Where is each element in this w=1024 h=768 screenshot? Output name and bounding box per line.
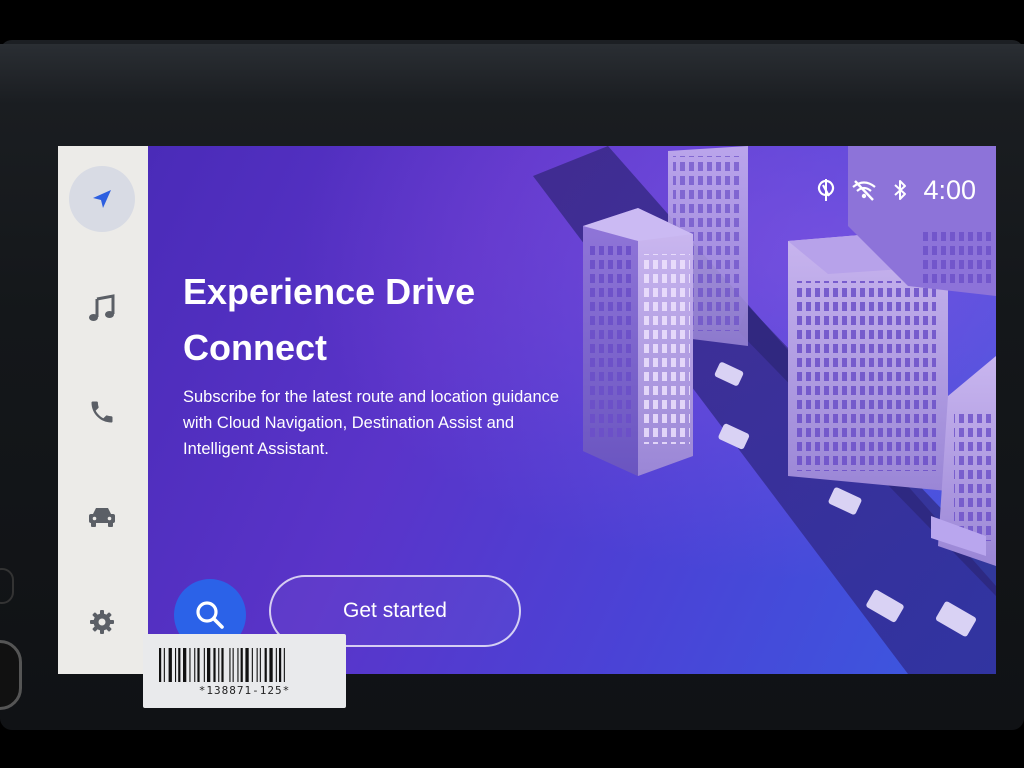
barcode-number: *138871-125* xyxy=(198,684,291,697)
sidebar-item-vehicle[interactable] xyxy=(69,484,135,550)
volume-knob xyxy=(0,640,22,710)
promo-title: Experience Drive Connect xyxy=(183,271,476,368)
promo-subtitle: Subscribe for the latest route and locat… xyxy=(183,388,560,458)
search-icon xyxy=(196,601,224,629)
sidebar-item-phone[interactable] xyxy=(69,379,135,445)
barcode xyxy=(159,648,285,682)
phone-icon xyxy=(91,401,113,423)
sidebar xyxy=(58,146,148,674)
gear-icon xyxy=(90,610,114,634)
bezel-top-strip xyxy=(0,44,1024,104)
signal-icon xyxy=(818,179,835,201)
status-bar: 4:00 xyxy=(817,170,976,210)
car-icon xyxy=(89,508,115,527)
sidebar-item-settings[interactable] xyxy=(69,589,135,655)
barcode-sticker: *138871-125* xyxy=(143,634,346,708)
navigation-arrow-icon xyxy=(93,190,111,208)
side-control-button xyxy=(0,568,14,604)
sidebar-item-music[interactable] xyxy=(69,275,135,341)
promo-panel: 4:00 Experience Drive Connect Subscribe … xyxy=(148,146,996,674)
music-note-icon xyxy=(89,294,115,321)
no-wifi-icon xyxy=(852,180,877,201)
bluetooth-icon xyxy=(894,180,907,200)
clock: 4:00 xyxy=(923,174,976,205)
infotainment-screen: 4:00 Experience Drive Connect Subscribe … xyxy=(58,146,996,674)
sidebar-item-navigation[interactable] xyxy=(69,166,135,232)
